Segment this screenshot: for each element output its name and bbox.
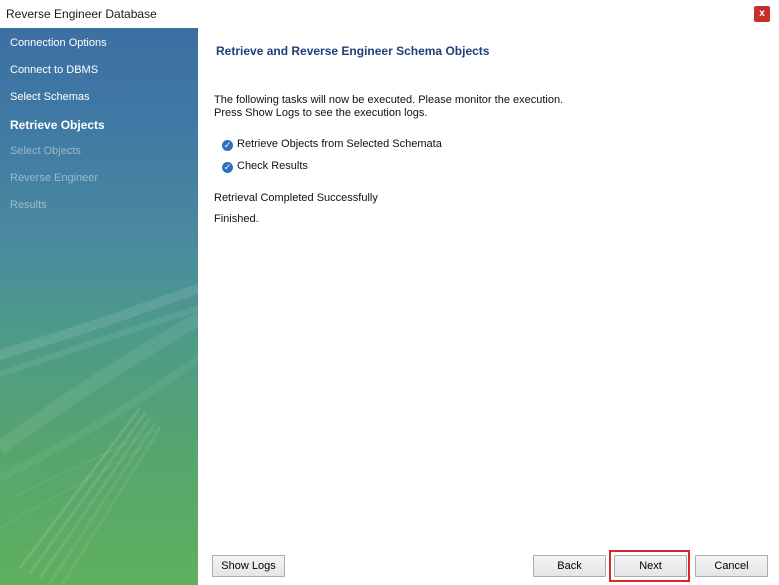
sidebar-step-connection-options: Connection Options (10, 37, 107, 49)
sidebar-step-connect-to-dbms: Connect to DBMS (10, 64, 99, 76)
check-circle-icon: ✓ (222, 140, 233, 151)
reverse-engineer-window: Reverse Engineer Database x Connection O… (0, 0, 779, 585)
back-button[interactable]: Back (533, 555, 606, 577)
window-title: Reverse Engineer Database (6, 7, 157, 21)
task-retrieve-objects: ✓ Retrieve Objects from Selected Schemata (222, 138, 442, 151)
task-label: Check Results (237, 160, 308, 172)
sidebar-decoration (0, 283, 198, 585)
status-message: Retrieval Completed Successfully (214, 192, 378, 204)
sidebar-step-reverse-engineer: Reverse Engineer (10, 172, 99, 184)
description-line-2: Press Show Logs to see the execution log… (214, 107, 428, 119)
finished-message: Finished. (214, 213, 259, 225)
check-circle-icon: ✓ (222, 162, 233, 173)
main-content: Retrieve and Reverse Engineer Schema Obj… (198, 28, 779, 585)
show-logs-button[interactable]: Show Logs (212, 555, 285, 577)
description: The following tasks will now be executed… (214, 94, 563, 120)
sidebar-step-retrieve-objects: Retrieve Objects (10, 118, 105, 132)
sidebar-step-results: Results (10, 199, 47, 211)
page-title: Retrieve and Reverse Engineer Schema Obj… (216, 44, 490, 58)
wizard-sidebar: Connection Options Connect to DBMS Select … (0, 28, 198, 585)
sidebar-step-select-objects: Select Objects (10, 145, 81, 157)
sidebar-step-select-schemas: Select Schemas (10, 91, 90, 103)
title-bar: Reverse Engineer Database x (0, 0, 779, 28)
cancel-button[interactable]: Cancel (695, 555, 768, 577)
close-button[interactable]: x (754, 6, 770, 22)
next-button[interactable]: Next (614, 555, 687, 577)
task-check-results: ✓ Check Results (222, 160, 308, 173)
task-label: Retrieve Objects from Selected Schemata (237, 138, 442, 150)
description-line-1: The following tasks will now be executed… (214, 94, 564, 106)
close-icon: x (759, 8, 765, 19)
